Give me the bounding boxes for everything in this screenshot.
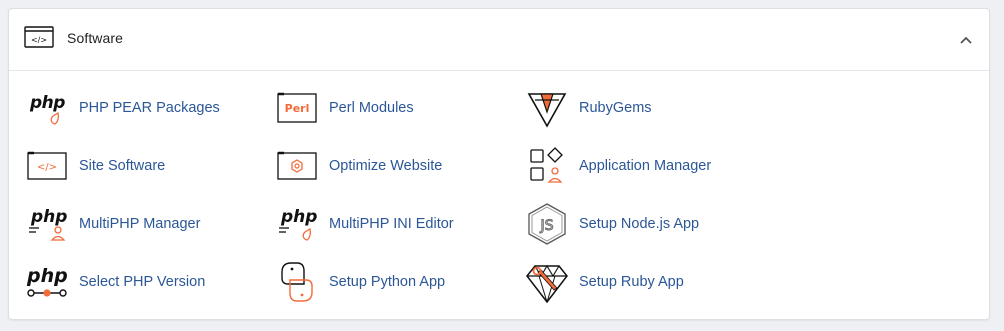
item-label: PHP PEAR Packages <box>79 100 220 116</box>
perl-icon: Perl <box>275 86 319 130</box>
svg-text:JS: JS <box>539 218 553 234</box>
python-icon <box>275 260 319 304</box>
item-select-php-version[interactable]: php Select PHP Version <box>25 260 205 304</box>
svg-text:php: php <box>26 265 68 287</box>
item-label: Perl Modules <box>329 100 414 116</box>
item-label: Setup Python App <box>329 274 446 290</box>
optimize-icon <box>275 144 319 188</box>
nodejs-icon: JS <box>525 202 569 246</box>
item-optimize-website[interactable]: Optimize Website <box>275 144 442 188</box>
item-label: Setup Node.js App <box>579 216 700 232</box>
svg-text:php: php <box>30 207 67 227</box>
item-label: RubyGems <box>579 100 652 116</box>
svg-text:php: php <box>280 207 317 227</box>
item-rubygems[interactable]: RubyGems <box>525 86 652 130</box>
item-setup-nodejs[interactable]: JS Setup Node.js App <box>525 202 699 246</box>
app-manager-icon <box>525 144 569 188</box>
panel-title: Software <box>67 30 124 46</box>
code-window-icon: </> <box>25 144 69 188</box>
svg-text:</>: </> <box>31 36 47 45</box>
item-label: Optimize Website <box>329 158 443 174</box>
item-label: Application Manager <box>579 158 712 174</box>
item-setup-python-app[interactable]: Setup Python App <box>275 260 445 304</box>
item-label: Select PHP Version <box>79 274 206 290</box>
item-label: Setup Ruby App <box>579 274 684 290</box>
ruby-app-icon <box>525 260 569 304</box>
software-panel: </> Software php PHP PEAR Packages Perl … <box>8 8 990 320</box>
panel-header[interactable]: </> Software <box>9 9 989 71</box>
php-pear-icon: php <box>25 86 69 130</box>
chevron-up-icon <box>960 36 972 44</box>
item-application-manager[interactable]: Application Manager <box>525 144 711 188</box>
svg-text:php: php <box>29 93 65 113</box>
multiphp-manager-icon: php <box>25 202 69 246</box>
item-label: MultiPHP Manager <box>79 216 201 232</box>
item-label: MultiPHP INI Editor <box>329 216 454 232</box>
rubygems-icon <box>525 86 569 130</box>
item-multiphp-manager[interactable]: php MultiPHP Manager <box>25 202 200 246</box>
item-php-pear[interactable]: php PHP PEAR Packages <box>25 86 220 130</box>
php-version-icon: php <box>25 260 69 304</box>
item-perl-modules[interactable]: Perl Perl Modules <box>275 86 414 130</box>
multiphp-ini-icon: php <box>275 202 319 246</box>
item-multiphp-ini-editor[interactable]: php MultiPHP INI Editor <box>275 202 454 246</box>
svg-text:</>: </> <box>37 162 57 173</box>
svg-text:Perl: Perl <box>285 102 310 115</box>
item-setup-ruby-app[interactable]: Setup Ruby App <box>525 260 684 304</box>
code-window-icon: </> <box>24 26 54 48</box>
item-site-software[interactable]: </> Site Software <box>25 144 165 188</box>
collapse-button[interactable] <box>953 27 979 53</box>
item-label: Site Software <box>79 158 166 174</box>
